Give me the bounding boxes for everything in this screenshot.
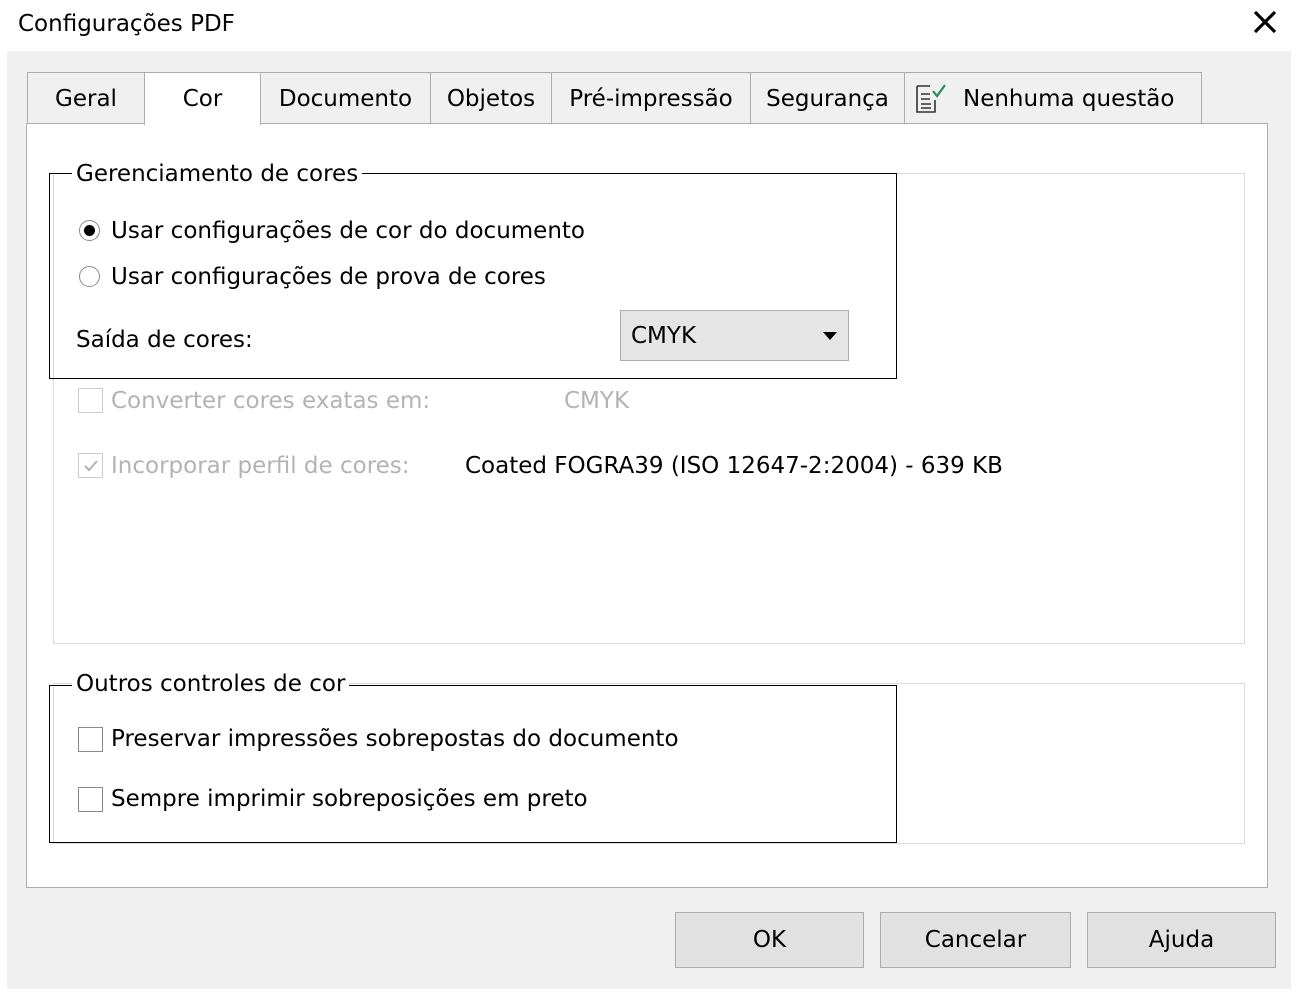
radio-dot <box>84 225 95 236</box>
cancel-button[interactable]: Cancelar <box>880 912 1071 968</box>
color-output-value: CMYK <box>631 322 697 349</box>
tab-cor[interactable]: Cor <box>144 72 261 125</box>
close-icon <box>1253 10 1277 34</box>
tab-geral[interactable]: Geral <box>27 72 145 124</box>
tab-label: Nenhuma questão <box>963 85 1175 112</box>
tab-nenhuma-questao[interactable]: Nenhuma questão <box>904 72 1202 124</box>
other-controls-group <box>49 685 897 843</box>
embed-profile-label: Incorporar perfil de cores: <box>111 453 410 479</box>
chevron-down-icon <box>823 332 837 340</box>
preserve-overprints-checkbox[interactable] <box>78 727 103 752</box>
always-overprint-black-label[interactable]: Sempre imprimir sobreposições em preto <box>111 784 588 814</box>
tab-label: Documento <box>278 85 413 112</box>
embed-profile-checkbox[interactable] <box>78 453 103 478</box>
tab-label: Pré-impressão <box>569 85 733 112</box>
other-controls-legend: Outros controles de cor <box>72 670 350 698</box>
color-management-legend: Gerenciamento de cores <box>72 160 363 188</box>
tab-documento[interactable]: Documento <box>260 72 431 124</box>
color-output-label: Saída de cores: <box>76 327 253 353</box>
radio-proof-colors-label[interactable]: Usar configurações de prova de cores <box>111 262 546 292</box>
tab-label: Cor <box>182 86 223 112</box>
tab-label: Objetos <box>446 85 536 112</box>
always-overprint-black-checkbox[interactable] <box>78 787 103 812</box>
tab-label: Geral <box>55 85 117 112</box>
tab-pre-impressao[interactable]: Pré-impressão <box>551 72 751 124</box>
convert-spot-colors-checkbox[interactable] <box>78 388 103 413</box>
convert-spot-colors-label: Converter cores exatas em: <box>111 388 431 414</box>
tab-label: Segurança <box>766 85 889 112</box>
embed-profile-value: Coated FOGRA39 (ISO 12647-2:2004) - 639 … <box>465 453 1003 479</box>
ok-button[interactable]: OK <box>675 912 864 968</box>
preserve-overprints-label[interactable]: Preservar impressões sobrepostas do docu… <box>111 724 679 754</box>
checklist-icon <box>916 83 946 113</box>
help-button[interactable]: Ajuda <box>1087 912 1276 968</box>
tab-objetos[interactable]: Objetos <box>430 72 552 124</box>
window-title: Configurações PDF <box>18 11 235 37</box>
checkmark-icon <box>83 459 98 471</box>
color-output-select[interactable]: CMYK <box>620 310 849 361</box>
tab-seguranca[interactable]: Segurança <box>750 72 905 124</box>
convert-spot-colors-value: CMYK <box>564 388 630 414</box>
radio-document-colors-label[interactable]: Usar configurações de cor do documento <box>111 216 585 246</box>
radio-proof-colors[interactable] <box>79 266 100 287</box>
radio-document-colors[interactable] <box>79 220 100 241</box>
close-button[interactable] <box>1243 2 1287 42</box>
